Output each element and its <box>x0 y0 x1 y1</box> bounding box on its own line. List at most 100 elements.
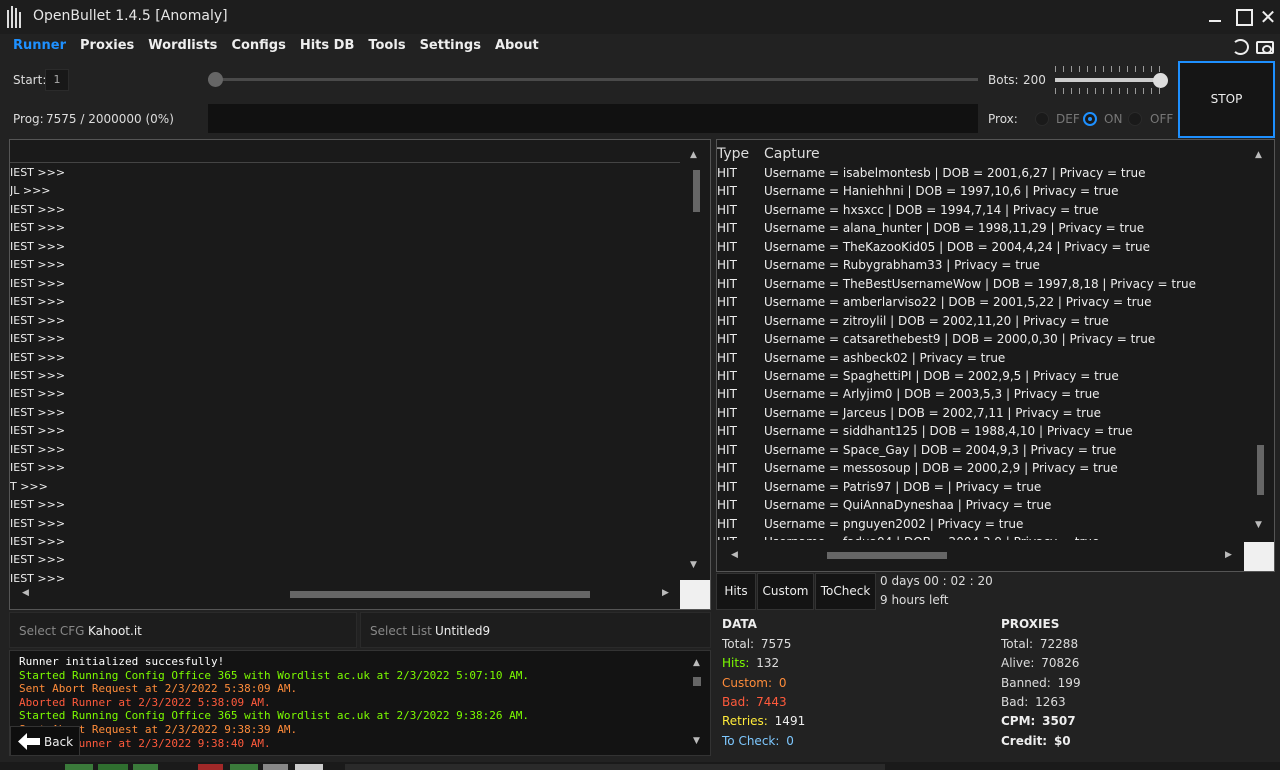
hits-header-type[interactable]: Type <box>717 146 749 162</box>
tab-tocheck[interactable]: ToCheck <box>815 573 876 610</box>
hit-capture: Username = pnguyen2002 | Privacy = true <box>764 516 1024 531</box>
bots-slider[interactable] <box>1055 66 1168 94</box>
hit-type: HIT <box>717 461 737 476</box>
hit-type: HIT <box>717 184 737 199</box>
back-label: Back <box>44 735 74 749</box>
hit-capture: Username = TheKazooKid05 | DOB = 2004,4,… <box>764 239 1151 254</box>
scroll-down-icon[interactable]: ▼ <box>1255 520 1262 530</box>
minimize-icon[interactable] <box>1204 6 1226 28</box>
prox-option-off[interactable]: OFF <box>1150 112 1173 126</box>
title-bar: OpenBullet 1.4.5 [Anomaly] ✕ <box>0 0 1280 34</box>
taskbar-item <box>133 764 158 770</box>
data-heading: DATA <box>722 617 757 631</box>
refresh-icon[interactable] <box>1232 39 1249 55</box>
hits-hscroll-thumb[interactable] <box>827 552 947 559</box>
data-retries-label: Retries: <box>722 714 768 728</box>
menu-tools[interactable]: Tools <box>368 38 405 56</box>
bot-log-hscroll-thumb[interactable] <box>290 591 590 598</box>
hit-capture: Username = ashbeck02 | Privacy = true <box>764 350 1006 365</box>
menu-runner[interactable]: Runner <box>13 38 66 56</box>
bot-log-line: IEST >>> <box>10 571 66 585</box>
window-title: OpenBullet 1.4.5 [Anomaly] <box>33 8 228 24</box>
bot-log-line: IEST >>> <box>10 166 66 179</box>
hit-type: HIT <box>717 276 737 291</box>
menu-wordlists[interactable]: Wordlists <box>148 38 217 56</box>
tab-hits[interactable]: Hits <box>716 573 756 610</box>
hit-type: HIT <box>717 166 737 180</box>
prox-option-def[interactable]: DEF <box>1056 112 1080 126</box>
scroll-down-icon[interactable]: ▼ <box>693 736 700 746</box>
scroll-right-icon[interactable]: ▶ <box>662 588 669 598</box>
stop-button[interactable]: STOP <box>1178 61 1275 138</box>
select-list-label[interactable]: Select List <box>370 624 432 638</box>
tab-custom[interactable]: Custom <box>757 573 814 610</box>
prox-radio-on[interactable] <box>1083 112 1097 126</box>
proxies-cpm-label: CPM: <box>1001 714 1036 728</box>
menu-configs[interactable]: Configs <box>231 38 285 56</box>
hit-type: HIT <box>717 368 737 383</box>
config-select[interactable]: Select CFG Kahoot.it <box>9 612 357 648</box>
proxies-credit-value: $0 <box>1053 734 1071 748</box>
taskbar-item <box>65 764 93 770</box>
maximize-icon[interactable] <box>1232 6 1254 28</box>
scroll-up-icon[interactable]: ▲ <box>693 658 700 668</box>
close-icon[interactable]: ✕ <box>1257 6 1279 28</box>
hit-capture: Username = hxsxcc | DOB = 1994,7,14 | Pr… <box>764 202 1099 217</box>
bot-log-line: IEST >>> <box>10 387 66 401</box>
scroll-up-icon[interactable]: ▲ <box>1255 150 1262 160</box>
hits-vscroll-thumb[interactable] <box>1257 445 1264 495</box>
prox-radio-def[interactable] <box>1035 112 1049 126</box>
prox-radio-off[interactable] <box>1128 112 1142 126</box>
data-tocheck-label: To Check: <box>722 734 780 748</box>
progress-bar <box>208 104 978 133</box>
proxies-credit-label: Credit: <box>1001 734 1048 748</box>
scroll-corner <box>680 580 710 609</box>
bot-log-line: IEST >>> <box>10 332 66 346</box>
console-line: Runner initialized succesfully! <box>19 655 225 668</box>
hits-header-capture[interactable]: Capture <box>764 146 820 162</box>
bot-log-line: JL >>> <box>10 184 51 198</box>
menu-proxies[interactable]: Proxies <box>80 38 134 56</box>
data-bad-value: 7443 <box>756 695 787 709</box>
bot-log-panel: IEST >>> JL >>> IEST >>> IEST >>> IEST >>> IE… <box>9 139 711 610</box>
scroll-up-icon[interactable]: ▲ <box>690 150 697 160</box>
camera-icon[interactable] <box>1256 41 1274 54</box>
hit-capture: Username = Haniehhni | DOB = 1997,10,6 |… <box>764 184 1119 199</box>
taskbar-item <box>295 764 323 770</box>
menu-hits-db[interactable]: Hits DB <box>300 38 355 56</box>
taskbar-item <box>345 764 885 770</box>
data-total-value: 7575 <box>760 637 792 651</box>
start-slider-track[interactable] <box>208 78 978 81</box>
scroll-right-icon[interactable]: ▶ <box>1225 550 1232 560</box>
proxies-cpm-value: 3507 <box>1042 714 1076 728</box>
select-cfg-label[interactable]: Select CFG <box>19 624 84 638</box>
bot-log-vscroll-thumb[interactable] <box>693 170 700 212</box>
scroll-left-icon[interactable]: ◀ <box>731 550 738 560</box>
bot-log-line: T >>> <box>10 479 48 493</box>
taskbar-item <box>230 764 258 770</box>
start-input[interactable]: 1 <box>45 69 69 91</box>
start-slider-thumb[interactable] <box>208 72 223 87</box>
hit-capture: Username = QuiAnnaDyneshaa | Privacy = t… <box>764 498 1052 513</box>
back-button[interactable]: Back <box>10 726 80 756</box>
wordlist-select[interactable]: Select List Untitled9 <box>360 612 711 648</box>
scroll-corner <box>1244 542 1274 571</box>
prox-option-on[interactable]: ON <box>1104 112 1122 126</box>
scroll-down-icon[interactable]: ▼ <box>690 560 697 570</box>
hit-capture: Username = zitroylil | DOB = 2002,11,20 … <box>764 313 1109 328</box>
hit-type: HIT <box>717 405 737 420</box>
console-vscroll-thumb[interactable] <box>693 677 701 686</box>
menu-about[interactable]: About <box>495 38 539 56</box>
hit-type: HIT <box>717 258 737 273</box>
bot-log-line: IEST >>> <box>10 313 66 327</box>
hit-type: HIT <box>717 442 737 457</box>
proxies-total-value: 72288 <box>1039 637 1079 651</box>
hit-type: HIT <box>717 295 737 310</box>
menu-settings[interactable]: Settings <box>420 38 481 56</box>
bots-slider-thumb[interactable] <box>1153 73 1168 88</box>
hit-type: HIT <box>717 479 737 494</box>
bot-log-line: IEST >>> <box>10 276 66 290</box>
scroll-left-icon[interactable]: ◀ <box>22 588 29 598</box>
hit-capture: Username = alana_hunter | DOB = 1998,11,… <box>764 221 1145 236</box>
data-custom-label: Custom: <box>722 676 773 690</box>
